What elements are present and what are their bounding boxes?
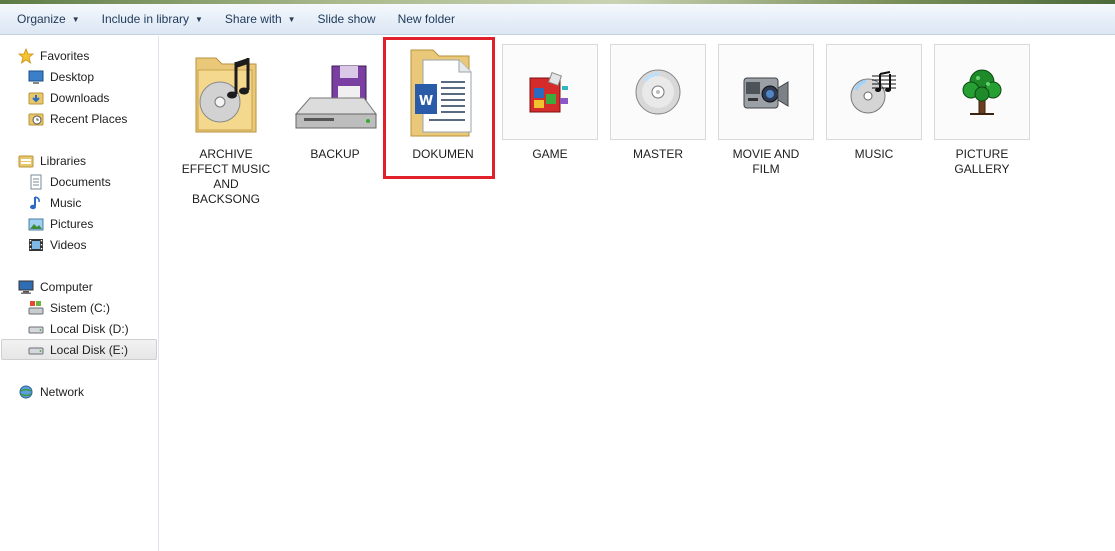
nav-computer[interactable]: Computer	[18, 276, 93, 297]
nav-drive-d[interactable]: Local Disk (D:)	[28, 318, 129, 339]
slide-show-button[interactable]: Slide show	[307, 8, 387, 31]
hard-drive-icon	[28, 321, 44, 337]
nav-recent-places[interactable]: Recent Places	[28, 108, 127, 129]
share-with-button[interactable]: Share with ▼	[214, 8, 307, 31]
folder-item[interactable]: MUSIC	[826, 44, 922, 162]
nav-recent-places-label: Recent Places	[50, 111, 128, 126]
music-folder-icon	[178, 44, 274, 140]
slide-show-label: Slide show	[317, 12, 376, 26]
nav-pictures-label: Pictures	[50, 216, 94, 231]
system-drive-icon	[28, 300, 44, 316]
nav-desktop-label: Desktop	[50, 69, 95, 84]
desktop-icon	[28, 69, 44, 85]
nav-documents-label: Documents	[50, 174, 111, 189]
nav-videos[interactable]: Videos	[28, 234, 86, 255]
hard-drive-icon	[28, 342, 44, 358]
network-icon	[18, 384, 34, 400]
disk-drive-icon	[287, 44, 383, 140]
nav-music[interactable]: Music	[28, 192, 81, 213]
navigation-pane: Favorites Desktop Downloads Recent Place…	[0, 36, 159, 551]
tree-icon	[934, 44, 1030, 140]
nav-network-label: Network	[40, 384, 85, 399]
nav-downloads-label: Downloads	[50, 90, 110, 105]
new-folder-label: New folder	[397, 12, 455, 26]
cd-icon	[610, 44, 706, 140]
nav-documents[interactable]: Documents	[28, 171, 111, 192]
chevron-down-icon: ▼	[287, 14, 296, 24]
nav-libraries[interactable]: Libraries	[18, 150, 86, 171]
folder-label: ARCHIVE EFFECT MUSIC AND BACKSONG	[181, 147, 271, 206]
selection-highlight-box	[383, 37, 495, 179]
film-strip-icon	[28, 237, 44, 253]
folder-item[interactable]: BACKUP	[287, 44, 383, 162]
new-folder-button[interactable]: New folder	[387, 8, 466, 31]
star-icon	[17, 47, 35, 64]
folder-item[interactable]: GAME	[502, 44, 598, 162]
game-icon	[502, 44, 598, 140]
nav-network[interactable]: Network	[18, 381, 84, 402]
nav-desktop[interactable]: Desktop	[28, 66, 94, 87]
music-cd-icon	[826, 44, 922, 140]
folder-item[interactable]: MOVIE AND FILM	[718, 44, 814, 177]
nav-drive-e[interactable]: Local Disk (E:)	[1, 339, 157, 360]
folder-label: MOVIE AND FILM	[732, 147, 800, 176]
pictures-icon	[28, 216, 44, 232]
file-view: ARCHIVE EFFECT MUSIC AND BACKSONG BACKUP	[160, 36, 1115, 551]
downloads-folder-icon	[28, 90, 44, 106]
libraries-icon	[18, 153, 34, 169]
nav-computer-label: Computer	[40, 279, 93, 294]
nav-favorites[interactable]: Favorites	[17, 45, 90, 66]
documents-icon	[28, 174, 44, 190]
folder-label: PICTURE GALLERY	[954, 147, 1010, 176]
share-with-label: Share with	[224, 12, 282, 26]
nav-downloads[interactable]: Downloads	[28, 87, 109, 108]
music-note-icon	[28, 195, 44, 211]
command-bar: Organize ▼ Include in library ▼ Share with…	[0, 4, 1115, 35]
nav-drive-e-label: Local Disk (E:)	[50, 342, 129, 357]
nav-drive-c[interactable]: Sistem (C:)	[28, 297, 110, 318]
nav-favorites-label: Favorites	[40, 48, 90, 63]
folder-item[interactable]: ARCHIVE EFFECT MUSIC AND BACKSONG	[178, 44, 274, 207]
folder-label: GAME	[532, 147, 568, 161]
nav-libraries-label: Libraries	[40, 153, 87, 168]
folder-label: BACKUP	[310, 147, 360, 161]
nav-videos-label: Videos	[50, 237, 87, 252]
chevron-down-icon: ▼	[71, 14, 80, 24]
folder-label: MUSIC	[854, 147, 894, 161]
organize-label: Organize	[17, 12, 66, 26]
include-in-library-button[interactable]: Include in library ▼	[91, 8, 214, 31]
folder-label: MASTER	[632, 147, 683, 161]
folder-item[interactable]: PICTURE GALLERY	[934, 44, 1030, 177]
nav-drive-d-label: Local Disk (D:)	[50, 321, 129, 336]
nav-pictures[interactable]: Pictures	[28, 213, 93, 234]
organize-button[interactable]: Organize ▼	[6, 8, 91, 31]
computer-icon	[18, 279, 34, 295]
camcorder-icon	[718, 44, 814, 140]
chevron-down-icon: ▼	[195, 14, 203, 24]
folder-item[interactable]: MASTER	[610, 44, 706, 162]
recent-places-icon	[28, 111, 44, 127]
include-in-library-label: Include in library	[101, 12, 189, 26]
nav-music-label: Music	[50, 195, 82, 210]
nav-drive-c-label: Sistem (C:)	[50, 300, 110, 315]
